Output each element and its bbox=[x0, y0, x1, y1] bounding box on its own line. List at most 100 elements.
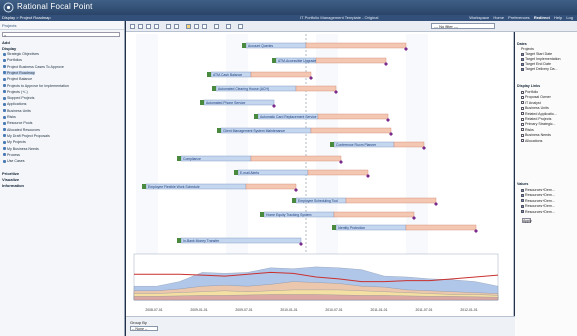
toolbar-button[interactable] bbox=[238, 24, 243, 29]
link-option[interactable]: Risks bbox=[521, 128, 534, 132]
sidebar-item[interactable]: Applications bbox=[3, 102, 26, 106]
checkbox[interactable] bbox=[521, 210, 524, 214]
link-option[interactable]: Allocations bbox=[521, 139, 542, 143]
section-add[interactable]: Add bbox=[2, 40, 10, 45]
sidebar-item[interactable]: Business Units bbox=[3, 109, 31, 113]
toolbar-button[interactable] bbox=[146, 24, 151, 29]
checkbox[interactable] bbox=[521, 67, 524, 71]
link-option[interactable]: Related Applicatio... bbox=[521, 112, 557, 116]
toolbar-button[interactable] bbox=[166, 24, 171, 29]
gantt-bar-implementation[interactable] bbox=[317, 113, 389, 120]
sidebar-item[interactable]: My Draft Project Proposals bbox=[3, 134, 50, 138]
sidebar-item[interactable]: Projects (+/-) bbox=[3, 90, 28, 94]
gantt-label[interactable]: Account Queries bbox=[248, 44, 273, 48]
checkbox[interactable] bbox=[521, 62, 524, 66]
value-option[interactable]: Resources+Dem... bbox=[521, 204, 555, 208]
gantt-bar-implementation[interactable] bbox=[295, 85, 337, 92]
checkbox[interactable] bbox=[521, 133, 524, 137]
checkbox[interactable] bbox=[521, 193, 524, 197]
link-preferences[interactable]: Preferences bbox=[508, 15, 530, 20]
sidebar-item[interactable]: Portfolios bbox=[3, 58, 22, 62]
gantt-label[interactable]: Automated Phone Service bbox=[206, 101, 246, 105]
gantt-label[interactable]: In-Bank Money Transfer bbox=[183, 239, 220, 243]
gantt-bar-implementation[interactable] bbox=[333, 211, 415, 218]
apply-button[interactable]: Apply bbox=[522, 218, 532, 223]
checkbox[interactable] bbox=[521, 101, 524, 105]
checkbox[interactable] bbox=[521, 122, 524, 126]
value-option[interactable]: Resources+Dem... bbox=[521, 210, 555, 214]
select-tool-icon[interactable] bbox=[186, 24, 191, 29]
toolbar-button[interactable] bbox=[138, 24, 143, 29]
sidebar-item[interactable]: Project Business Cases To Approve bbox=[3, 65, 64, 69]
gantt-label[interactable]: Employee Flexible Work Schedule bbox=[148, 185, 200, 189]
gantt-label[interactable]: Client Management System Maintenance bbox=[223, 129, 285, 133]
toolbar-button[interactable] bbox=[174, 24, 179, 29]
gantt-bar-implementation[interactable] bbox=[307, 169, 369, 176]
checkbox[interactable] bbox=[521, 139, 524, 143]
link-help[interactable]: Help bbox=[554, 15, 562, 20]
value-option[interactable]: Resources+Dem... bbox=[521, 193, 555, 197]
link-option[interactable]: Business Units bbox=[521, 106, 549, 110]
section-information[interactable]: Information bbox=[2, 183, 24, 188]
toolbar-button[interactable] bbox=[130, 24, 135, 29]
sidebar-item[interactable]: Allocated Resources bbox=[3, 128, 40, 132]
gantt-bar-implementation[interactable] bbox=[405, 224, 477, 231]
sidebar-item[interactable]: Strategic Objectives bbox=[3, 52, 39, 56]
date-option[interactable]: Target End Date bbox=[521, 62, 551, 66]
sidebar-item[interactable]: Project Balance bbox=[3, 77, 32, 81]
sidebar-item[interactable]: My Business Needs bbox=[3, 147, 39, 151]
link-option[interactable]: IT Analyst bbox=[521, 101, 541, 105]
section-display[interactable]: Display bbox=[2, 46, 16, 51]
checkbox[interactable] bbox=[521, 95, 524, 99]
gantt-label[interactable]: Identity Protection bbox=[338, 226, 365, 230]
gantt-label[interactable]: ATM-Accessible Upgrade bbox=[278, 59, 316, 63]
gantt-label[interactable]: E-mail Alerts bbox=[240, 171, 259, 175]
toolbar-button[interactable] bbox=[202, 24, 207, 29]
date-option[interactable]: Target Implementation bbox=[521, 57, 561, 61]
link-option[interactable]: Proposal Owner bbox=[521, 95, 551, 99]
link-option[interactable]: Portfolio bbox=[521, 90, 538, 94]
gantt-bar-implementation[interactable] bbox=[310, 127, 392, 134]
gantt-label[interactable]: Employee Scheduling Tool bbox=[298, 199, 338, 203]
gantt-bar-implementation[interactable] bbox=[250, 155, 342, 162]
gantt-label[interactable]: Home Equity Tracking System bbox=[266, 213, 312, 217]
toolbar-button[interactable] bbox=[194, 24, 199, 29]
gantt-label[interactable]: Compliance bbox=[183, 157, 201, 161]
link-redirect[interactable]: Redirect bbox=[534, 15, 550, 20]
link-home[interactable]: Home bbox=[493, 15, 504, 20]
checkbox[interactable] bbox=[521, 199, 524, 203]
link-option[interactable]: Related Projects bbox=[521, 117, 551, 121]
checkbox[interactable] bbox=[521, 52, 524, 56]
date-option[interactable]: Target Delivery Da... bbox=[521, 67, 558, 71]
link-option[interactable]: Business Needs bbox=[521, 133, 551, 137]
link-workspace[interactable]: Workspace bbox=[469, 15, 489, 20]
gantt-bar-implementation[interactable] bbox=[315, 57, 387, 64]
sidebar-item[interactable]: Process bbox=[3, 153, 20, 157]
value-option[interactable]: Resources+Dem... bbox=[521, 199, 555, 203]
section-visualize[interactable]: Visualize bbox=[2, 177, 19, 182]
sidebar-item[interactable]: Projects to Approve for Implementation bbox=[3, 84, 69, 88]
link-log[interactable]: Log bbox=[566, 15, 573, 20]
value-option[interactable]: Resources+Dem... bbox=[521, 188, 555, 192]
toolbar-button[interactable] bbox=[214, 24, 219, 29]
toolbar-button[interactable] bbox=[226, 24, 231, 29]
sidebar-item[interactable]: Resource Pools bbox=[3, 121, 32, 125]
sidebar-item[interactable]: Stopped Projects bbox=[3, 96, 34, 100]
gantt-bar-implementation[interactable] bbox=[250, 71, 312, 78]
gantt-bar-implementation[interactable] bbox=[245, 183, 297, 190]
sidebar-item[interactable]: Risks bbox=[3, 115, 16, 119]
checkbox[interactable] bbox=[521, 112, 524, 116]
checkbox[interactable] bbox=[521, 128, 524, 132]
gantt-bar-implementation[interactable] bbox=[345, 197, 437, 204]
gantt-label[interactable]: Automated Clearing House (ACH) bbox=[218, 87, 269, 91]
sidebar-item[interactable]: My Projects bbox=[3, 140, 26, 144]
filter-select[interactable]: --- No filter --- bbox=[431, 23, 495, 29]
date-option[interactable]: Target Start Date bbox=[521, 52, 552, 56]
gantt-label[interactable]: Automatic Card Replacement Service bbox=[260, 115, 317, 119]
link-option[interactable]: Primary Strategic... bbox=[521, 122, 556, 126]
checkbox[interactable] bbox=[521, 117, 524, 121]
search-input[interactable]: ⌕ bbox=[2, 32, 120, 38]
sidebar-item[interactable]: Project Roadmap bbox=[3, 70, 35, 75]
gantt-label[interactable]: Conference Room Planner bbox=[336, 143, 377, 147]
checkbox[interactable] bbox=[521, 90, 524, 94]
